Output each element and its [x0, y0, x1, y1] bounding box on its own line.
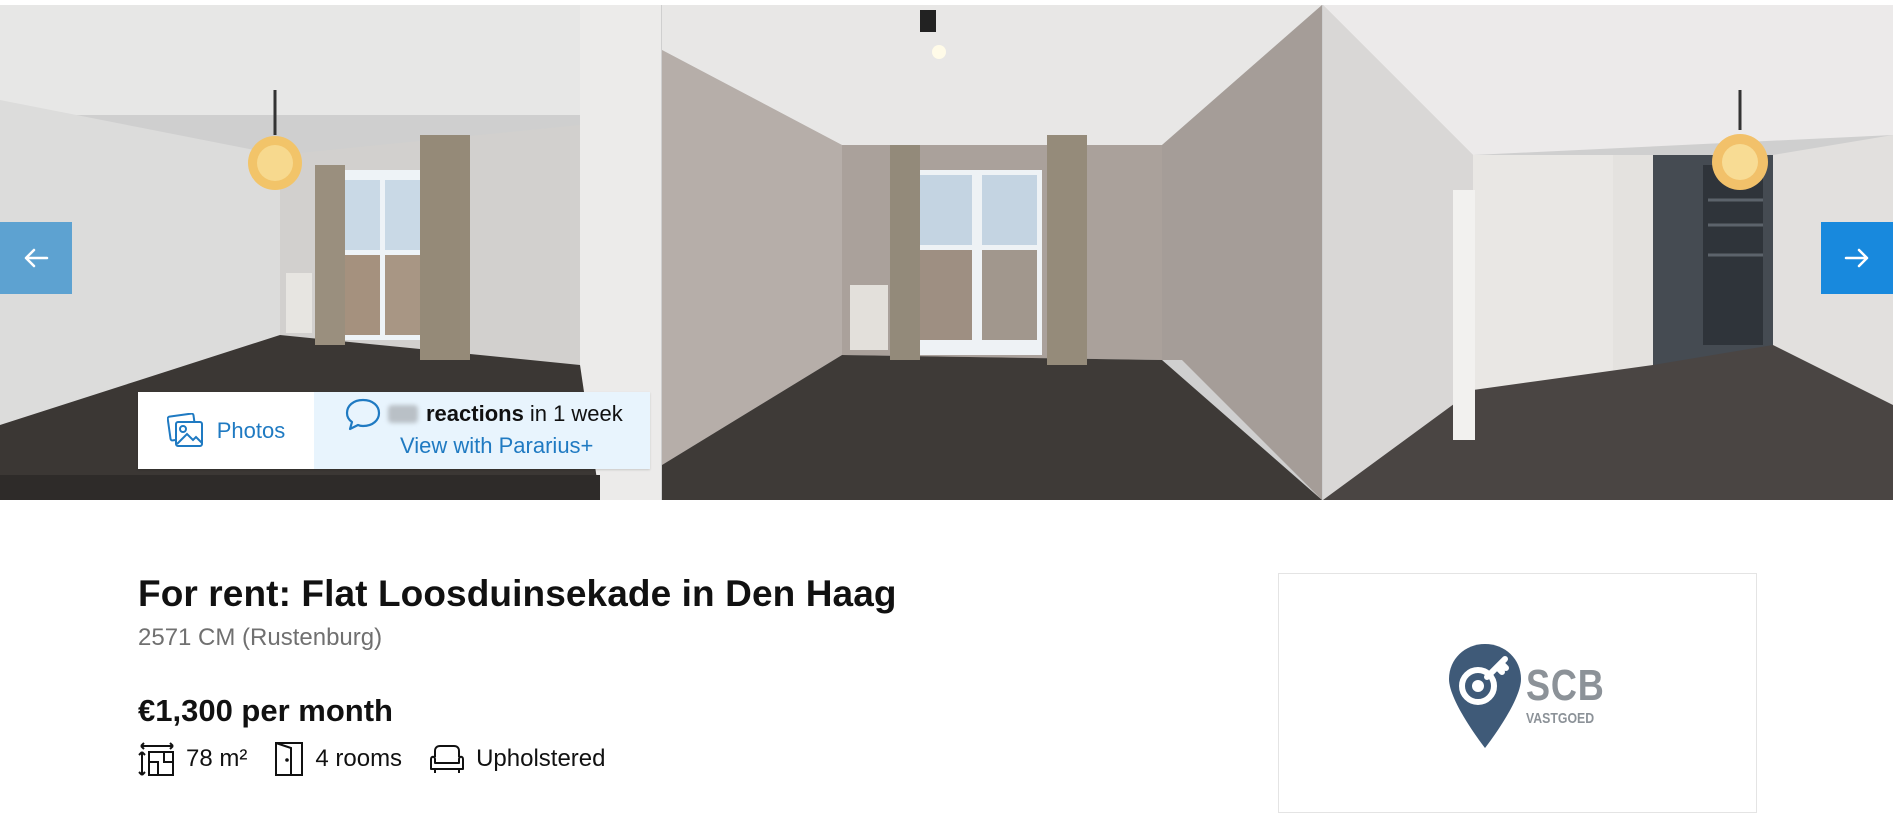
- gallery-prev-button[interactable]: [0, 222, 72, 294]
- arrow-right-icon: [1844, 248, 1869, 268]
- photo-gallery[interactable]: Photos reactions in 1 week View with Par…: [0, 5, 1893, 500]
- arrow-left-icon: [24, 248, 49, 268]
- gallery-photo-2[interactable]: [662, 5, 1322, 500]
- reactions-count-blurred: [388, 404, 418, 423]
- sofa-icon: [430, 745, 465, 773]
- reactions-panel[interactable]: reactions in 1 week View with Pararius+: [314, 392, 650, 469]
- feature-surface: 78 m²: [138, 740, 247, 778]
- pararius-plus-link[interactable]: View with Pararius+: [344, 433, 650, 459]
- agent-logo-subtext: VASTGOED: [1526, 710, 1595, 727]
- agent-logo-text: SCB: [1526, 661, 1605, 710]
- gallery-next-button[interactable]: [1821, 222, 1893, 294]
- feature-rooms: 4 rooms: [273, 740, 402, 778]
- feature-rooms-label: 4 rooms: [315, 745, 403, 772]
- media-bar: Photos reactions in 1 week View with Par…: [138, 392, 650, 469]
- agent-card[interactable]: SCB VASTGOED: [1278, 573, 1757, 813]
- feature-upholstery: Upholstered: [428, 743, 605, 775]
- feature-upholstery-label: Upholstered: [476, 745, 606, 772]
- surface-area-icon: [138, 742, 174, 776]
- listing-location: 2571 CM (Rustenburg): [138, 624, 383, 651]
- reactions-line: reactions in 1 week: [344, 397, 650, 431]
- rooms-door-icon: [275, 742, 304, 776]
- photos-label: Photos: [216, 417, 286, 443]
- feature-surface-label: 78 m²: [186, 745, 248, 772]
- chat-bubble-icon: [345, 398, 381, 430]
- photos-button[interactable]: Photos: [138, 392, 314, 469]
- listing-features: 78 m² 4 rooms Upholstered: [138, 740, 631, 778]
- listing-price: €1,300 per month: [138, 693, 393, 728]
- photos-icon: [166, 412, 203, 447]
- reactions-period: in 1 week: [529, 400, 623, 426]
- listing-title: For rent: Flat Loosduinsekade in Den Haa…: [138, 573, 897, 614]
- reactions-label: reactions: [426, 400, 524, 426]
- gallery-photo-3[interactable]: [1323, 5, 1893, 500]
